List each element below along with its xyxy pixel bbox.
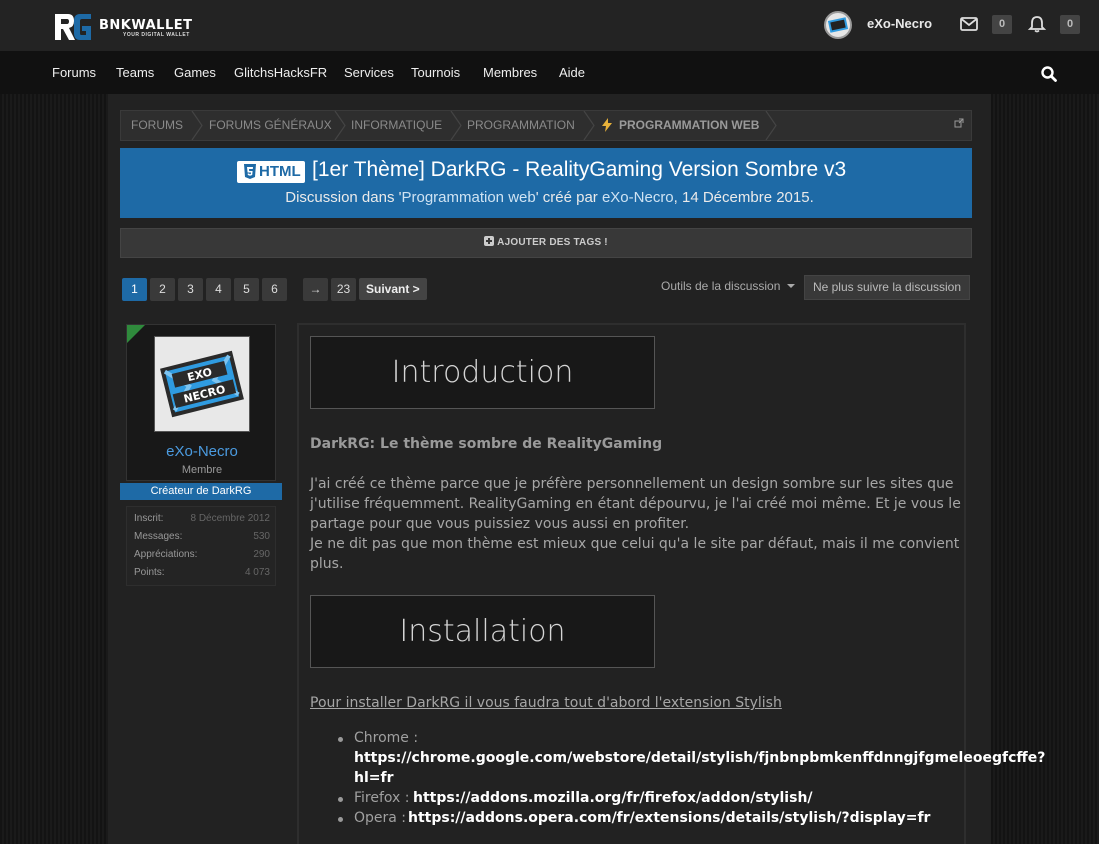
nav-tournois[interactable]: Tournois [411,65,460,80]
add-tags-button[interactable]: AJOUTER DES TAGS ! [120,228,972,258]
breadcrumb-separator [334,111,346,140]
page-23-button[interactable]: 23 [331,278,356,301]
forum-link[interactable]: Programmation web [401,189,535,206]
stat-label: Messages: [134,531,183,542]
chevron-down-icon[interactable] [787,284,795,288]
nav-games[interactable]: Games [174,65,216,80]
nav-services[interactable]: Services [344,65,394,80]
author-banner: Créateur de DarkRG [120,483,282,500]
post-paragraph-line: J'ai créé ce thème parce que je préfère … [310,476,954,492]
main-navigation: Forums Teams Games GlitchsHacksFR Servic… [0,51,1099,94]
breadcrumb-forums[interactable]: Forums [131,111,183,140]
nav-aide[interactable]: Aide [559,65,585,80]
stat-label: Inscrit: [134,513,164,524]
stat-likes: Appréciations: 290 [134,549,270,563]
author-stats: Inscrit: 8 Décembre 2012 Messages: 530 App… [126,506,276,586]
search-icon[interactable] [1040,65,1058,83]
envelope-icon[interactable] [959,15,979,33]
nav-glitchshacksfr[interactable]: GlitchsHacksFR [234,65,327,80]
breadcrumb-forums-generaux[interactable]: Forums généraux [209,111,332,140]
logo-tagline: YOUR DIGITAL WALLET [123,32,190,38]
meta-created-by-text: ' créé par [535,189,602,206]
thread-meta: Discussion dans 'Programmation web' créé… [0,189,1099,206]
breadcrumb-separator [583,111,595,140]
rg-logo-icon [55,14,91,40]
list-bullet [338,797,343,802]
list-bullet [338,817,343,822]
nav-forums[interactable]: Forums [52,65,96,80]
chrome-stylish-link-cont[interactable]: hl=fr [354,770,394,786]
page-jump-arrow-button[interactable]: → [303,278,328,301]
stat-label: Appréciations: [134,549,198,560]
html5-shield-icon [244,164,256,179]
top-bar: BNKWALLET YOUR DIGITAL WALLET eXo-Necro … [0,0,1099,51]
lightning-icon [602,118,612,132]
section-heading-installation: Installation [310,595,655,668]
plus-icon [484,236,495,246]
avatar-badge-icon [827,17,849,33]
alerts-count-badge[interactable]: 0 [1060,15,1080,34]
post-paragraph-line: partage pour que vous puissiez vous auss… [310,516,690,532]
stat-value: 8 Décembre 2012 [190,513,271,524]
breadcrumb-programmation-web[interactable]: Programmation web [619,111,759,140]
stat-joined: Inscrit: 8 Décembre 2012 [134,513,270,527]
page-6-button[interactable]: 6 [262,278,287,301]
stat-value: 530 [253,531,270,542]
post-paragraph-line: j'utilise fréquemment. RealityGaming en … [310,496,961,512]
page-4-button[interactable]: 4 [206,278,231,301]
author-link[interactable]: eXo-Necro [602,189,674,206]
background-left [0,94,108,844]
breadcrumb-separator [450,111,462,140]
install-intro: Pour installer DarkRG il vous faudra tou… [310,695,782,711]
online-indicator [127,325,145,343]
logo-text: BNKWALLET [99,18,193,33]
breadcrumb-programmation[interactable]: Programmation [467,111,575,140]
author-avatar[interactable]: EXO NECRO [154,336,250,432]
firefox-stylish-link[interactable]: https://addons.mozilla.org/fr/firefox/ad… [413,790,813,806]
messages-count-badge[interactable]: 0 [992,15,1012,34]
post-paragraph-line: plus. [310,556,344,572]
author-name[interactable]: eXo-Necro [127,443,277,460]
opera-label: Opera : [354,810,407,826]
chrome-label: Chrome : [354,730,419,746]
page-3-button[interactable]: 3 [178,278,203,301]
page-5-button[interactable]: 5 [234,278,259,301]
bell-icon[interactable] [1027,15,1047,33]
stat-value: 290 [253,549,270,560]
nav-teams[interactable]: Teams [116,65,154,80]
stat-points: Points: 4 073 [134,567,270,581]
unwatch-thread-button[interactable]: Ne plus suivre la discussion [804,275,970,300]
breadcrumb-informatique[interactable]: Informatique [351,111,442,140]
breadcrumb-separator [765,111,777,140]
stat-label: Points: [134,567,165,578]
author-card: EXO NECRO eXo-Necro Membre [126,324,276,481]
opera-stylish-link[interactable]: https://addons.opera.com/fr/extensions/d… [408,810,930,826]
meta-date: , 14 Décembre 2015. [673,189,814,206]
firefox-label: Firefox : [354,790,410,806]
stat-messages: Messages: 530 [134,531,270,545]
add-tags-label: AJOUTER DES TAGS ! [497,237,608,248]
background-right [991,94,1099,844]
stat-value: 4 073 [244,567,270,578]
section-heading-introduction: Introduction [310,336,655,409]
jump-to-icon[interactable] [954,118,964,128]
page-1-button[interactable]: 1 [122,278,147,301]
post-subtitle: DarkRG: Le thème sombre de RealityGaming [310,436,663,452]
next-page-button[interactable]: Suivant > [359,278,427,300]
nav-membres[interactable]: Membres [483,65,537,80]
post-author-sidebar: EXO NECRO eXo-Necro Membre Créateur de D… [120,324,282,586]
page-2-button[interactable]: 2 [150,278,175,301]
list-bullet [338,737,343,742]
user-avatar[interactable] [824,11,852,39]
thread-tools-menu[interactable]: Outils de la discussion [661,279,780,293]
user-name[interactable]: eXo-Necro [867,16,932,31]
thread-title: [1er Thème] DarkRG - RealityGaming Versi… [312,158,847,181]
chrome-stylish-link[interactable]: https://chrome.google.com/webstore/detai… [354,750,1045,766]
exo-necro-logo-icon: EXO NECRO [155,337,249,431]
meta-prefix-text: Discussion dans ' [285,189,402,206]
breadcrumb-separator [191,111,203,140]
author-role: Membre [181,464,223,476]
post-paragraph-line: Je ne dit pas que mon thème est mieux qu… [310,536,960,552]
